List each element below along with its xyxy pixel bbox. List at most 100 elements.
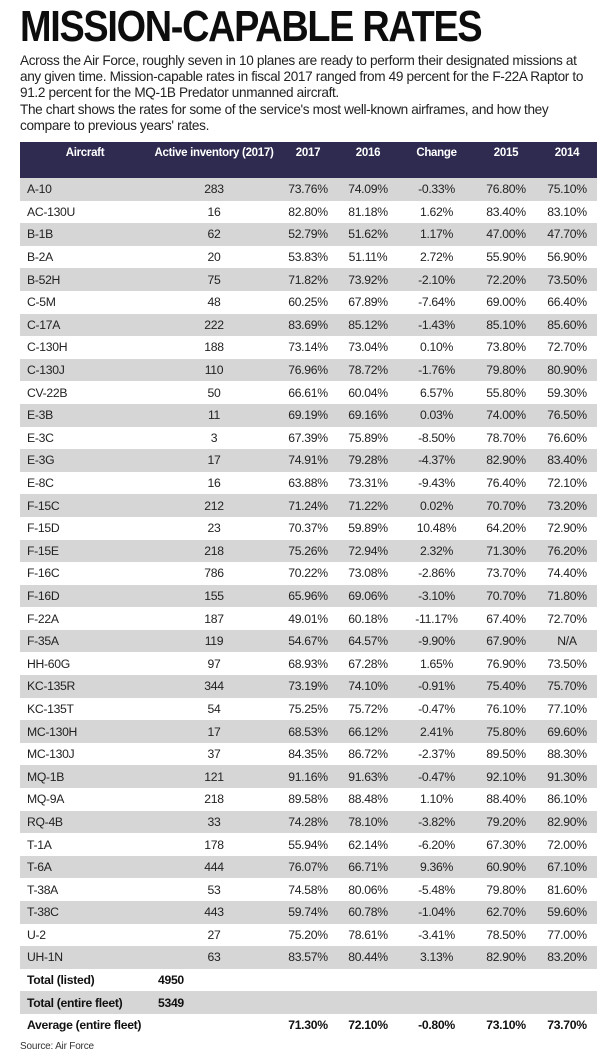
header-change: Change <box>416 147 457 159</box>
cell-2014: 59.30% <box>547 385 587 400</box>
cell-2015: 92.10% <box>486 769 526 784</box>
cell-2016: 74.09% <box>348 182 388 197</box>
cell-2017: 83.69% <box>288 317 328 332</box>
cell-2015: 74.00% <box>486 408 526 423</box>
cell-aircraft: KC-135T <box>27 701 74 716</box>
cell-2017: 70.37% <box>288 521 328 536</box>
cell-inventory <box>150 1014 278 1037</box>
cell-2014: 81.60% <box>547 882 587 897</box>
cell-2015: 82.90% <box>486 950 526 965</box>
cell-aircraft: T-1A <box>27 837 52 852</box>
cell-change: -0.80% <box>418 1018 455 1033</box>
cell-2014: 76.20% <box>547 543 587 558</box>
cell-2017 <box>278 969 338 992</box>
cell-2017: 65.96% <box>288 588 328 603</box>
cell-aircraft: E-3B <box>27 408 53 423</box>
cell-2014: N/A <box>557 634 577 649</box>
table-row: T-38C 443 59.74% 60.78% -1.04% 62.70% 59.60% <box>20 901 597 924</box>
mission-capable-table: Aircraft Active inventory (2017) 2017 20… <box>20 142 597 1037</box>
cell-inventory: 48 <box>207 295 221 310</box>
cell-inventory: 178 <box>204 837 224 852</box>
cell-2017: 73.14% <box>288 340 328 355</box>
cell-change: -0.33% <box>418 182 455 197</box>
cell-aircraft: T-38A <box>27 882 59 897</box>
cell-2014: 69.60% <box>547 724 587 739</box>
table-row: E-8C 16 63.88% 73.31% -9.43% 76.40% 72.10% <box>20 471 597 495</box>
cell-2015: 88.40% <box>486 792 526 807</box>
cell-2015: 83.40% <box>486 204 526 219</box>
header-row: Aircraft Active inventory (2017) 2017 20… <box>20 142 597 178</box>
cell-2015: 70.70% <box>486 498 526 513</box>
cell-2015: 73.80% <box>486 340 526 355</box>
cell-aircraft: MC-130J <box>27 747 75 762</box>
cell-2017: 53.83% <box>288 250 328 265</box>
cell-2016: 72.10% <box>348 1018 388 1033</box>
table-row: F-15E 218 75.26% 72.94% 2.32% 71.30% 76.20% <box>20 539 597 563</box>
cell-aircraft: MC-130H <box>27 724 78 739</box>
cell-2014: 72.70% <box>547 340 587 355</box>
cell-2016: 74.10% <box>348 679 388 694</box>
cell-2015 <box>475 969 537 992</box>
cell-aircraft: E-3G <box>27 453 55 468</box>
table-row: KC-135T 54 75.25% 75.72% -0.47% 76.10% 77.10% <box>20 697 597 721</box>
intro-paragraph: Across the Air Force, roughly seven in 1… <box>20 53 584 101</box>
cell-aircraft: C-130H <box>27 340 68 355</box>
cell-aircraft: Average (entire fleet) <box>27 1018 142 1033</box>
cell-aircraft: F-15C <box>27 498 60 513</box>
cell-2015: 67.40% <box>486 611 526 626</box>
cell-2014: 73.20% <box>547 498 587 513</box>
cell-change: -2.86% <box>418 566 455 581</box>
cell-2016: 67.28% <box>348 656 388 671</box>
cell-inventory: 155 <box>204 588 224 603</box>
table-row: T-6A 444 76.07% 66.71% 9.36% 60.90% 67.10% <box>20 855 597 879</box>
cell-2015: 67.30% <box>486 837 526 852</box>
cell-aircraft: KC-135R <box>27 679 76 694</box>
cell-2014: 73.70% <box>547 1018 587 1033</box>
cell-2015: 89.50% <box>486 747 526 762</box>
table-row: HH-60G 97 68.93% 67.28% 1.65% 76.90% 73.50% <box>20 652 597 676</box>
cell-2017: 76.96% <box>288 363 328 378</box>
cell-inventory: 11 <box>207 408 221 423</box>
cell-change: -0.47% <box>418 701 455 716</box>
header-2015: 2015 <box>493 147 519 159</box>
cell-inventory: 17 <box>207 453 221 468</box>
cell-change: 0.10% <box>419 340 454 355</box>
cell-2017: 54.67% <box>288 634 328 649</box>
table-row: F-16D 155 65.96% 69.06% -3.10% 70.70% 71.80% <box>20 584 597 608</box>
table-header: Aircraft Active inventory (2017) 2017 20… <box>20 142 597 178</box>
cell-change: 0.03% <box>419 408 454 423</box>
cell-2016: 81.18% <box>348 204 388 219</box>
cell-aircraft: C-17A <box>27 317 61 332</box>
cell-2017: 66.61% <box>288 385 328 400</box>
cell-2017: 49.01% <box>288 611 328 626</box>
table-row: C-17A 222 83.69% 85.12% -1.43% 85.10% 85.60% <box>20 313 597 337</box>
cell-change: 1.17% <box>419 227 454 242</box>
cell-2017: 84.35% <box>288 747 328 762</box>
cell-2016: 79.28% <box>348 453 388 468</box>
cell-2016: 59.89% <box>348 521 388 536</box>
cell-2015: 76.90% <box>486 656 526 671</box>
cell-change: -4.37% <box>418 453 455 468</box>
cell-2017: 74.58% <box>288 882 328 897</box>
cell-2017: 59.74% <box>288 905 328 920</box>
cell-2014: 47.70% <box>547 227 587 242</box>
cell-2017: 75.20% <box>288 927 328 942</box>
cell-change: -2.10% <box>418 272 455 287</box>
cell-aircraft: MQ-1B <box>27 769 65 784</box>
intro-paragraph: The chart shows the rates for some of th… <box>20 101 549 133</box>
table-row: B-1B 62 52.79% 51.62% 1.17% 47.00% 47.70% <box>20 223 597 246</box>
cell-2014 <box>537 969 597 992</box>
cell-2015: 76.80% <box>486 182 526 197</box>
cell-2017: 67.39% <box>288 430 328 445</box>
cell-inventory: 218 <box>204 543 224 558</box>
cell-change: 1.62% <box>419 204 454 219</box>
cell-2016: 71.22% <box>348 498 388 513</box>
cell-aircraft: T-38C <box>27 905 59 920</box>
cell-2015: 79.20% <box>486 814 526 829</box>
cell-2016: 78.72% <box>348 363 388 378</box>
cell-2016: 62.14% <box>348 837 388 852</box>
cell-2016: 67.89% <box>348 295 388 310</box>
cell-2014: 67.10% <box>547 860 587 875</box>
cell-2014 <box>537 991 597 1014</box>
cell-2016 <box>338 991 398 1014</box>
